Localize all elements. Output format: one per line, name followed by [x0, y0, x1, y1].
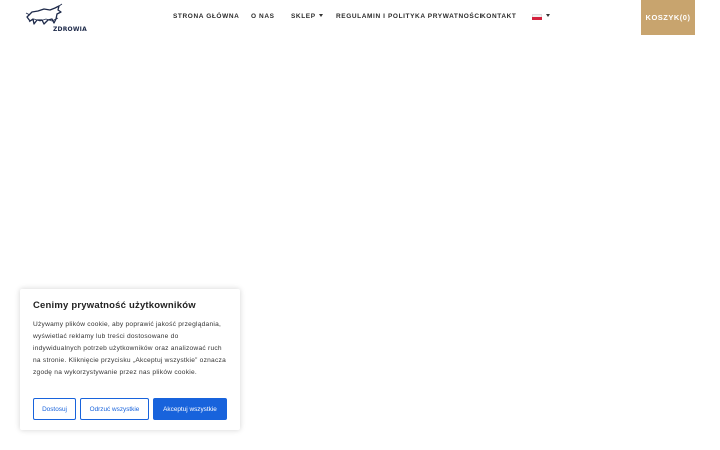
- nav-item-home[interactable]: STRONA GŁÓWNA: [173, 13, 239, 20]
- reject-all-button[interactable]: Odrzuć wszystkie: [80, 398, 149, 420]
- nav-item-contact[interactable]: KONTAKT: [481, 13, 517, 20]
- nav-item-about[interactable]: O NAS: [251, 13, 275, 20]
- cookie-title: Cenimy prywatność użytkowników: [33, 300, 196, 311]
- poland-flag-icon[interactable]: [532, 14, 542, 20]
- cart-button[interactable]: KOSZYK(0): [641, 0, 695, 35]
- logo-text: ZDROWIA: [53, 26, 87, 33]
- site-logo[interactable]: ZDROWIA: [24, 3, 87, 33]
- cookie-consent-banner: Cenimy prywatność użytkowników Używamy p…: [20, 289, 240, 430]
- accept-all-button[interactable]: Akceptuj wszystkie: [153, 398, 227, 420]
- nav-item-terms[interactable]: REGULAMIN I POLITYKA PRYWATNOŚCI: [336, 13, 482, 20]
- cookie-description: Używamy plików cookie, aby poprawić jako…: [33, 321, 226, 376]
- nav-item-shop-label: SKLEP: [291, 13, 316, 20]
- language-chevron-down-icon[interactable]: [546, 14, 550, 17]
- site-header: ZDROWIA STRONA GŁÓWNA O NAS SKLEP REGULA…: [0, 0, 720, 36]
- customize-button[interactable]: Dostosuj: [33, 398, 76, 420]
- chevron-down-icon: [318, 13, 323, 17]
- bull-logo-icon: [25, 3, 63, 25]
- cookie-buttons: Dostosuj Odrzuć wszystkie Akceptuj wszys…: [33, 398, 231, 420]
- nav-item-shop[interactable]: SKLEP: [291, 13, 323, 20]
